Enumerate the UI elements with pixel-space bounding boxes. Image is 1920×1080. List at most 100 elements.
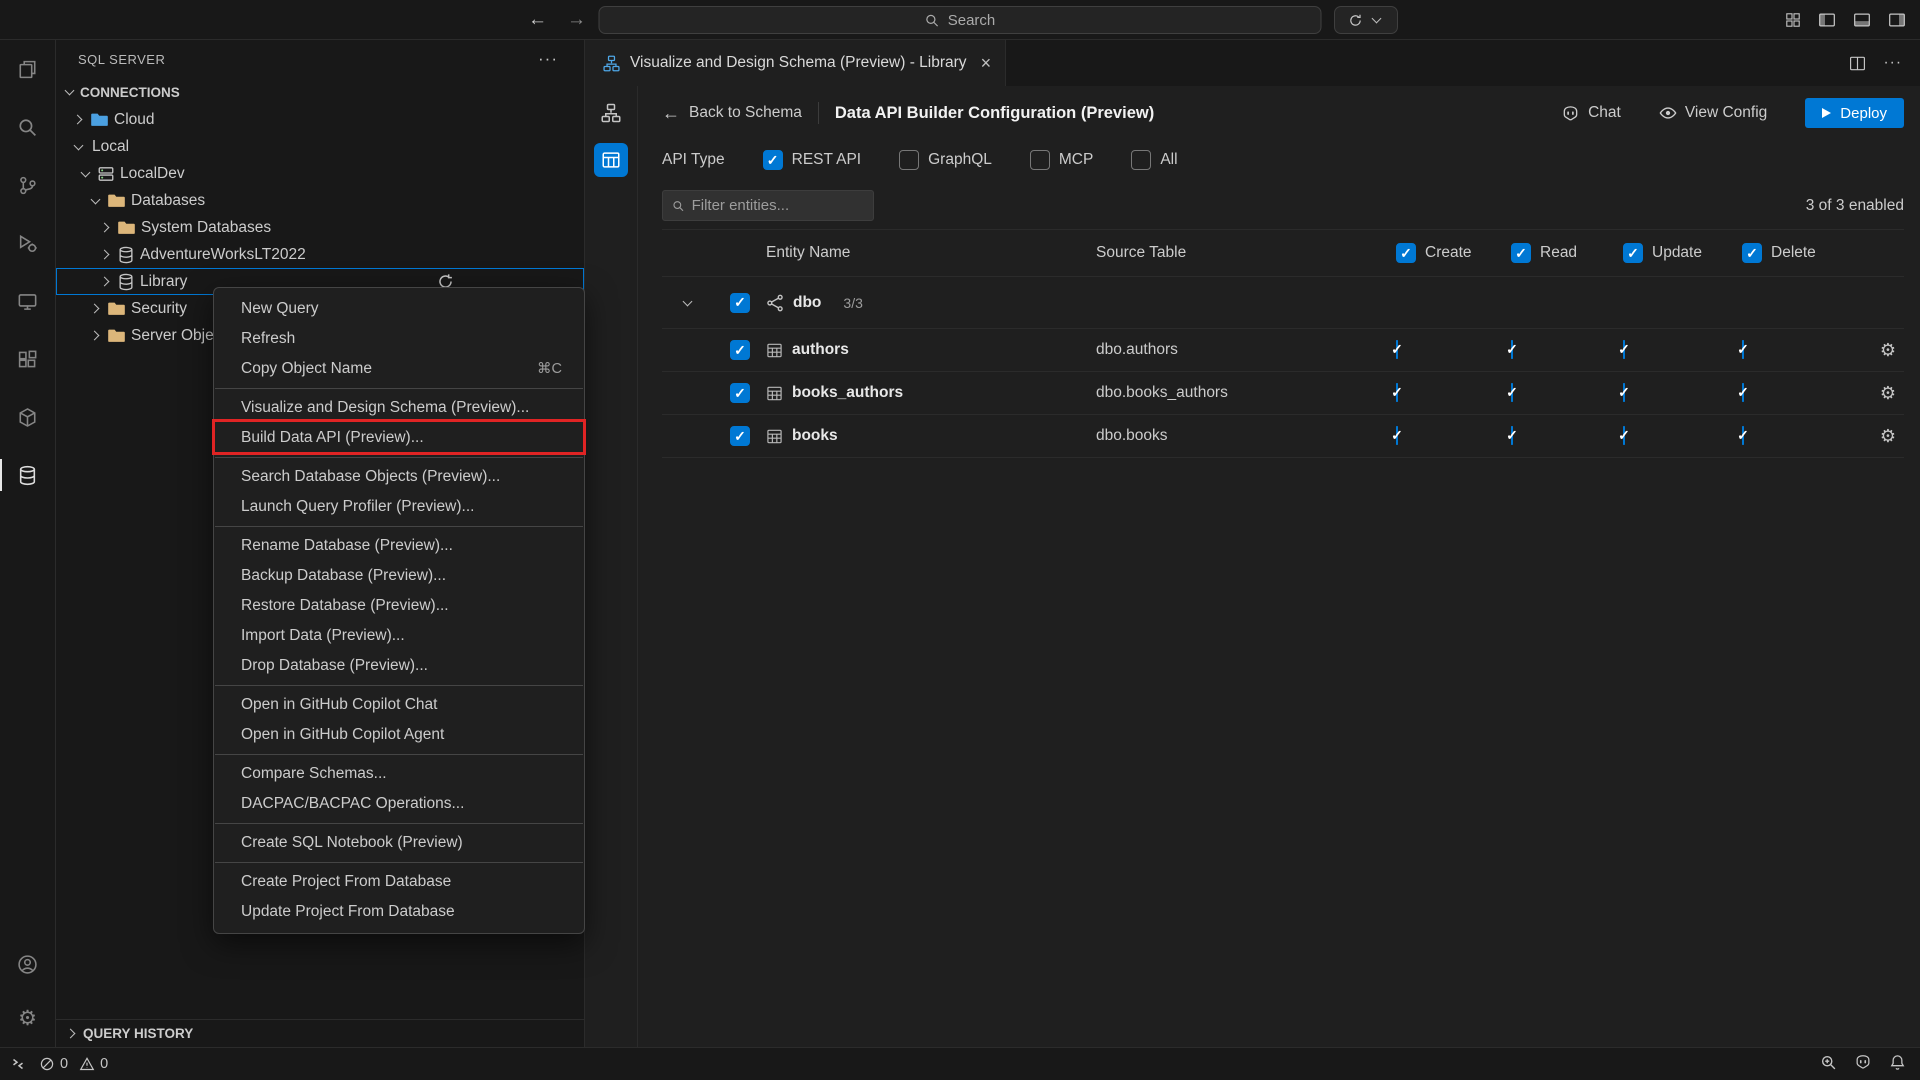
run-debug-icon[interactable] bbox=[0, 214, 55, 272]
tree-item-local[interactable]: Local bbox=[56, 133, 584, 160]
menu-item-search-database-objects[interactable]: Search Database Objects (Preview)... bbox=[214, 462, 584, 492]
delete-checkbox[interactable] bbox=[1742, 340, 1744, 359]
row-checkbox[interactable] bbox=[730, 426, 750, 446]
layout-grid-icon[interactable] bbox=[1785, 12, 1801, 28]
connections-section-header[interactable]: CONNECTIONS bbox=[56, 78, 584, 106]
graphql-checkbox[interactable] bbox=[899, 150, 919, 170]
update-checkbox[interactable] bbox=[1623, 340, 1625, 359]
account-icon[interactable] bbox=[0, 937, 55, 991]
menu-item-visualize-schema[interactable]: Visualize and Design Schema (Preview)... bbox=[214, 393, 584, 423]
menu-item-rename-database[interactable]: Rename Database (Preview)... bbox=[214, 531, 584, 561]
tab-visualize-schema[interactable]: Visualize and Design Schema (Preview) - … bbox=[585, 40, 1006, 86]
read-checkbox[interactable] bbox=[1511, 340, 1513, 359]
api-option-rest[interactable]: REST API bbox=[763, 150, 862, 170]
menu-item-create-sql-notebook[interactable]: Create SQL Notebook (Preview) bbox=[214, 828, 584, 858]
toggle-sidebar-left-icon[interactable] bbox=[1818, 11, 1836, 29]
search-sidebar-icon[interactable] bbox=[0, 98, 55, 156]
settings-gear-icon[interactable]: ⚙ bbox=[0, 991, 55, 1045]
deploy-button[interactable]: Deploy bbox=[1805, 98, 1904, 128]
problems-indicator[interactable]: 0 0 bbox=[39, 1056, 108, 1072]
delete-all-checkbox[interactable] bbox=[1742, 243, 1762, 263]
toggle-panel-bottom-icon[interactable] bbox=[1853, 11, 1871, 29]
menu-item-dacpac-bacpac[interactable]: DACPAC/BACPAC Operations... bbox=[214, 789, 584, 819]
entity-row-authors[interactable]: authors dbo.authors ⚙ bbox=[662, 329, 1904, 372]
menu-item-update-project-from-database[interactable]: Update Project From Database bbox=[214, 897, 584, 927]
menu-item-launch-query-profiler[interactable]: Launch Query Profiler (Preview)... bbox=[214, 492, 584, 522]
command-center-search[interactable]: Search bbox=[599, 6, 1322, 34]
extensions-icon[interactable] bbox=[0, 330, 55, 388]
schema-diagram-view-button[interactable] bbox=[594, 96, 628, 130]
chat-button[interactable]: Chat bbox=[1561, 104, 1621, 123]
create-all-checkbox[interactable] bbox=[1396, 243, 1416, 263]
menu-item-import-data[interactable]: Import Data (Preview)... bbox=[214, 621, 584, 651]
menu-item-build-data-api[interactable]: Build Data API (Preview)... bbox=[214, 423, 584, 453]
notifications-bell[interactable] bbox=[1889, 1054, 1906, 1075]
menu-item-copy-object-name[interactable]: Copy Object Name⌘C bbox=[214, 354, 584, 384]
remote-explorer-icon[interactable] bbox=[0, 272, 55, 330]
create-checkbox[interactable] bbox=[1396, 340, 1398, 359]
read-checkbox[interactable] bbox=[1511, 426, 1513, 445]
remote-indicator[interactable] bbox=[10, 1056, 26, 1072]
update-checkbox[interactable] bbox=[1623, 383, 1625, 402]
create-checkbox[interactable] bbox=[1396, 426, 1398, 445]
schema-group-row[interactable]: dbo 3/3 bbox=[662, 277, 1904, 329]
menu-item-refresh[interactable]: Refresh bbox=[214, 324, 584, 354]
filter-entities-box[interactable] bbox=[662, 190, 874, 221]
sidebar-more-actions-icon[interactable]: ··· bbox=[538, 49, 558, 69]
update-all-checkbox[interactable] bbox=[1623, 243, 1643, 263]
database-projects-icon[interactable] bbox=[0, 388, 55, 446]
toggle-sidebar-right-icon[interactable] bbox=[1888, 11, 1906, 29]
group-checkbox[interactable] bbox=[730, 293, 750, 313]
back-to-schema-link[interactable]: ← Back to Schema bbox=[662, 103, 802, 124]
api-option-mcp[interactable]: MCP bbox=[1030, 150, 1093, 170]
menu-item-restore-database[interactable]: Restore Database (Preview)... bbox=[214, 591, 584, 621]
tab-title: Visualize and Design Schema (Preview) - … bbox=[630, 54, 967, 72]
entity-settings-gear-icon[interactable]: ⚙ bbox=[1880, 340, 1896, 361]
update-checkbox[interactable] bbox=[1623, 426, 1625, 445]
delete-checkbox[interactable] bbox=[1742, 426, 1744, 445]
row-checkbox[interactable] bbox=[730, 383, 750, 403]
menu-item-drop-database[interactable]: Drop Database (Preview)... bbox=[214, 651, 584, 681]
menu-item-new-query[interactable]: New Query bbox=[214, 294, 584, 324]
menu-item-open-copilot-agent[interactable]: Open in GitHub Copilot Agent bbox=[214, 720, 584, 750]
data-api-view-button[interactable] bbox=[594, 143, 628, 177]
explorer-icon[interactable] bbox=[0, 40, 55, 98]
tree-item-adventureworks[interactable]: AdventureWorksLT2022 bbox=[56, 241, 584, 268]
read-all-checkbox[interactable] bbox=[1511, 243, 1531, 263]
entity-settings-gear-icon[interactable]: ⚙ bbox=[1880, 383, 1896, 404]
tree-item-localdev[interactable]: LocalDev bbox=[56, 160, 584, 187]
read-checkbox[interactable] bbox=[1511, 383, 1513, 402]
view-config-button[interactable]: View Config bbox=[1659, 104, 1767, 122]
tree-item-cloud[interactable]: Cloud bbox=[56, 106, 584, 133]
entity-row-books-authors[interactable]: books_authors dbo.books_authors ⚙ bbox=[662, 372, 1904, 415]
delete-checkbox[interactable] bbox=[1742, 383, 1744, 402]
split-editor-icon[interactable] bbox=[1849, 55, 1866, 72]
command-center-extra-button[interactable] bbox=[1334, 6, 1398, 34]
menu-item-backup-database[interactable]: Backup Database (Preview)... bbox=[214, 561, 584, 591]
tree-item-databases[interactable]: Databases bbox=[56, 187, 584, 214]
copilot-status[interactable] bbox=[1854, 1053, 1872, 1075]
create-checkbox[interactable] bbox=[1396, 383, 1398, 402]
close-tab-icon[interactable]: × bbox=[981, 53, 992, 74]
row-checkbox[interactable] bbox=[730, 340, 750, 360]
tree-item-system-databases[interactable]: System Databases bbox=[56, 214, 584, 241]
api-option-all[interactable]: All bbox=[1131, 150, 1177, 170]
mcp-checkbox[interactable] bbox=[1030, 150, 1050, 170]
api-option-graphql[interactable]: GraphQL bbox=[899, 150, 992, 170]
menu-item-open-copilot-chat[interactable]: Open in GitHub Copilot Chat bbox=[214, 690, 584, 720]
entity-settings-gear-icon[interactable]: ⚙ bbox=[1880, 426, 1896, 447]
forward-arrow-icon[interactable]: → bbox=[567, 9, 586, 31]
chevron-down-icon[interactable] bbox=[680, 295, 696, 311]
all-checkbox[interactable] bbox=[1131, 150, 1151, 170]
menu-item-create-project-from-database[interactable]: Create Project From Database bbox=[214, 867, 584, 897]
editor-more-actions-icon[interactable]: ··· bbox=[1884, 54, 1903, 72]
filter-entities-input[interactable] bbox=[692, 197, 864, 214]
query-history-section-header[interactable]: QUERY HISTORY bbox=[56, 1019, 584, 1047]
sql-server-icon[interactable] bbox=[0, 446, 55, 504]
source-control-icon[interactable] bbox=[0, 156, 55, 214]
zoom-indicator[interactable] bbox=[1820, 1054, 1837, 1075]
back-arrow-icon[interactable]: ← bbox=[528, 9, 547, 31]
entity-row-books[interactable]: books dbo.books ⚙ bbox=[662, 415, 1904, 458]
menu-item-compare-schemas[interactable]: Compare Schemas... bbox=[214, 759, 584, 789]
rest-api-checkbox[interactable] bbox=[763, 150, 783, 170]
